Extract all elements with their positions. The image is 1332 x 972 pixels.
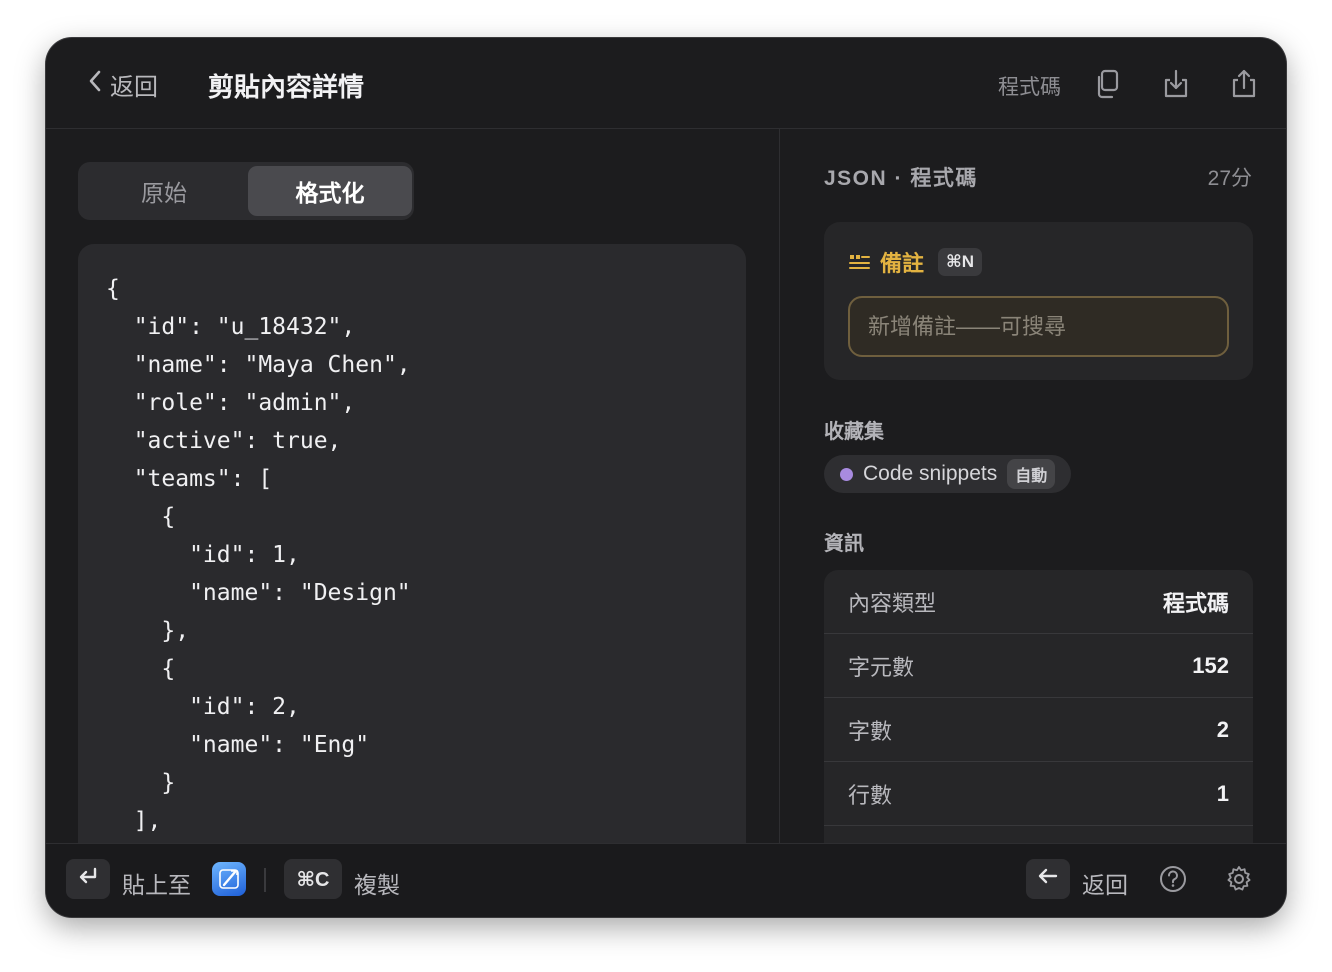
code-viewer[interactable]: { "id": "u_18432", "name": "Maya Chen", …: [78, 244, 746, 864]
copy-label[interactable]: 複製: [354, 866, 400, 900]
info-key: 內容類型: [848, 590, 937, 616]
details-sidebar: JSON · 程式碼 27分 備註 ⌘N 收藏集 Code snippets 自…: [780, 129, 1286, 843]
info-heading: 資訊: [824, 533, 864, 555]
note-shortcut-badge: ⌘N: [938, 248, 983, 276]
share-icon[interactable]: [1226, 66, 1262, 102]
help-icon[interactable]: [1156, 862, 1190, 896]
arrow-left-icon: [1037, 866, 1059, 892]
content-type-label: 程式碼: [998, 76, 1061, 99]
settings-gear-icon[interactable]: [1222, 862, 1256, 896]
paste-to-label[interactable]: 貼上至: [122, 866, 191, 900]
timestamp-label: 27分: [1207, 167, 1252, 190]
header-bar: 返回 剪貼內容詳情 程式碼: [46, 38, 1286, 129]
info-row-partial: [824, 826, 1253, 843]
info-row: 字數 2: [824, 698, 1253, 762]
return-key-icon: [77, 866, 99, 892]
info-row: 行數 1: [824, 762, 1253, 826]
collection-chip[interactable]: Code snippets 自動: [824, 455, 1072, 493]
chevron-left-icon: [86, 69, 104, 100]
collection-color-dot: [840, 467, 853, 481]
footer-back-label[interactable]: 返回: [1082, 866, 1128, 900]
note-card: 備註 ⌘N: [824, 222, 1253, 380]
info-value: 2: [1216, 716, 1229, 742]
info-row: 字元數 152: [824, 634, 1253, 698]
note-header: 備註 ⌘N: [848, 246, 983, 278]
xcode-app-icon[interactable]: [212, 862, 246, 896]
collection-name: Code snippets: [863, 462, 998, 485]
page-title: 剪貼內容詳情: [208, 72, 365, 102]
copy-icon[interactable]: [1090, 66, 1126, 102]
tab-formatted[interactable]: 格式化: [248, 166, 412, 216]
return-key-button[interactable]: [66, 859, 110, 899]
back-label: 返回: [110, 73, 158, 101]
footer-separator: [264, 868, 266, 892]
content-pane: 原始 格式化 { "id": "u_18432", "name": "Maya …: [46, 129, 779, 864]
view-mode-segmented-control: 原始 格式化: [78, 162, 414, 220]
info-row: 內容類型 程式碼: [824, 570, 1253, 634]
back-key-button[interactable]: [1026, 859, 1070, 899]
clipboard-detail-window: 返回 剪貼內容詳情 程式碼 原始 格式化 { "id": "u_18432", …: [46, 38, 1286, 917]
info-value: 程式碼: [1162, 590, 1229, 616]
info-table: 內容類型 程式碼 字元數 152 字數 2 行數 1: [824, 570, 1253, 843]
note-input[interactable]: [848, 296, 1229, 357]
footer-action-bar: 貼上至 ⌘C 複製 返回: [46, 843, 1286, 917]
download-icon[interactable]: [1158, 66, 1194, 102]
copy-shortcut-key[interactable]: ⌘C: [284, 859, 342, 899]
info-key: 字元數: [848, 654, 915, 680]
note-label: 備註: [880, 251, 925, 276]
tab-raw[interactable]: 原始: [82, 166, 246, 216]
info-key: 字數: [848, 718, 893, 744]
info-value: 152: [1192, 652, 1229, 678]
quote-note-icon: [848, 252, 870, 272]
format-label: JSON · 程式碼: [824, 167, 978, 190]
code-content: { "id": "u_18432", "name": "Maya Chen", …: [106, 276, 411, 834]
back-button[interactable]: 返回: [86, 67, 158, 101]
auto-badge: 自動: [1007, 459, 1056, 489]
info-value: 1: [1216, 780, 1229, 806]
info-key: 行數: [848, 782, 893, 808]
collection-heading: 收藏集: [824, 421, 884, 443]
